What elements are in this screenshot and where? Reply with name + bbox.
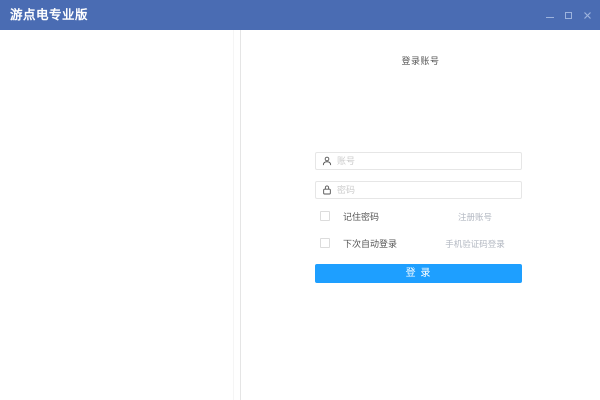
user-icon: [322, 156, 332, 166]
register-account-link[interactable]: 注册账号: [458, 212, 492, 222]
minimize-icon: [546, 17, 554, 18]
maximize-icon: [565, 12, 572, 19]
sms-login-link[interactable]: 手机验证码登录: [445, 239, 505, 249]
lock-icon: [322, 185, 332, 195]
password-input[interactable]: [337, 185, 515, 195]
password-field: [315, 181, 522, 199]
left-banner-panel: [0, 30, 233, 400]
account-input[interactable]: [337, 156, 515, 166]
login-panel: 登录账号 记住密码 注册账号 下次自动登录 手机验证码登录 登 录: [241, 30, 600, 400]
window-title: 游点电专业版: [10, 0, 88, 30]
remember-password-row: 记住密码 注册账号: [315, 211, 522, 223]
login-button[interactable]: 登 录: [315, 264, 522, 283]
window-controls: [539, 0, 596, 30]
auto-login-row: 下次自动登录 手机验证码登录: [315, 238, 522, 250]
remember-password-label: 记住密码: [343, 212, 379, 222]
remember-password-checkbox[interactable]: [320, 211, 330, 221]
auto-login-checkbox[interactable]: [320, 238, 330, 248]
divider-faint-line: [233, 30, 234, 400]
app-window: 游点电专业版 登录账号: [0, 0, 600, 400]
close-button[interactable]: [579, 6, 596, 24]
titlebar[interactable]: 游点电专业版: [0, 0, 600, 30]
minimize-button[interactable]: [541, 6, 558, 24]
auto-login-label: 下次自动登录: [343, 239, 397, 249]
close-icon: [583, 11, 592, 20]
maximize-button[interactable]: [560, 6, 577, 24]
account-field: [315, 152, 522, 170]
login-heading: 登录账号: [241, 54, 600, 67]
